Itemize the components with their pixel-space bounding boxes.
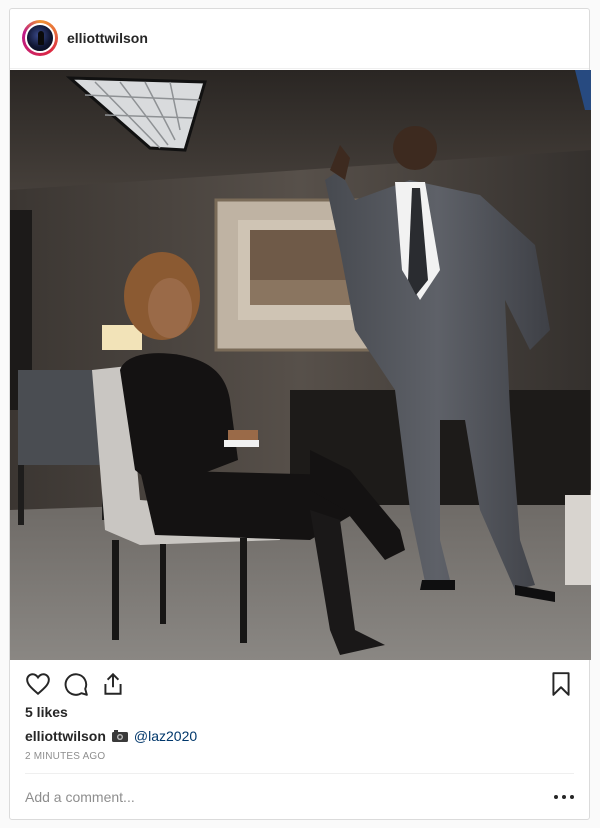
avatar[interactable] bbox=[22, 20, 58, 56]
avatar-image bbox=[25, 23, 55, 53]
caption-username[interactable]: elliottwilson bbox=[25, 728, 106, 744]
instagram-post: elliottwilson 5 likes elliottwilson @laz… bbox=[9, 8, 591, 820]
bookmark-icon[interactable] bbox=[548, 671, 574, 697]
caption: elliottwilson @laz2020 bbox=[25, 728, 197, 744]
comment-bubble-icon[interactable] bbox=[63, 671, 89, 697]
comment-bar bbox=[25, 773, 574, 819]
like-heart-icon[interactable] bbox=[25, 671, 51, 697]
post-actions bbox=[10, 661, 589, 701]
more-options-icon[interactable] bbox=[554, 788, 574, 806]
post-username[interactable]: elliottwilson bbox=[67, 30, 148, 46]
caption-mention[interactable]: @laz2020 bbox=[134, 728, 197, 744]
post-timestamp[interactable]: 2 MINUTES AGO bbox=[25, 751, 105, 762]
interview-photo bbox=[10, 70, 591, 660]
post-photo[interactable] bbox=[10, 70, 591, 660]
likes-count[interactable]: 5 likes bbox=[25, 704, 68, 720]
camera-icon bbox=[111, 730, 128, 742]
share-icon[interactable] bbox=[100, 671, 126, 697]
comment-input[interactable] bbox=[25, 786, 505, 808]
post-header: elliottwilson bbox=[10, 9, 589, 69]
